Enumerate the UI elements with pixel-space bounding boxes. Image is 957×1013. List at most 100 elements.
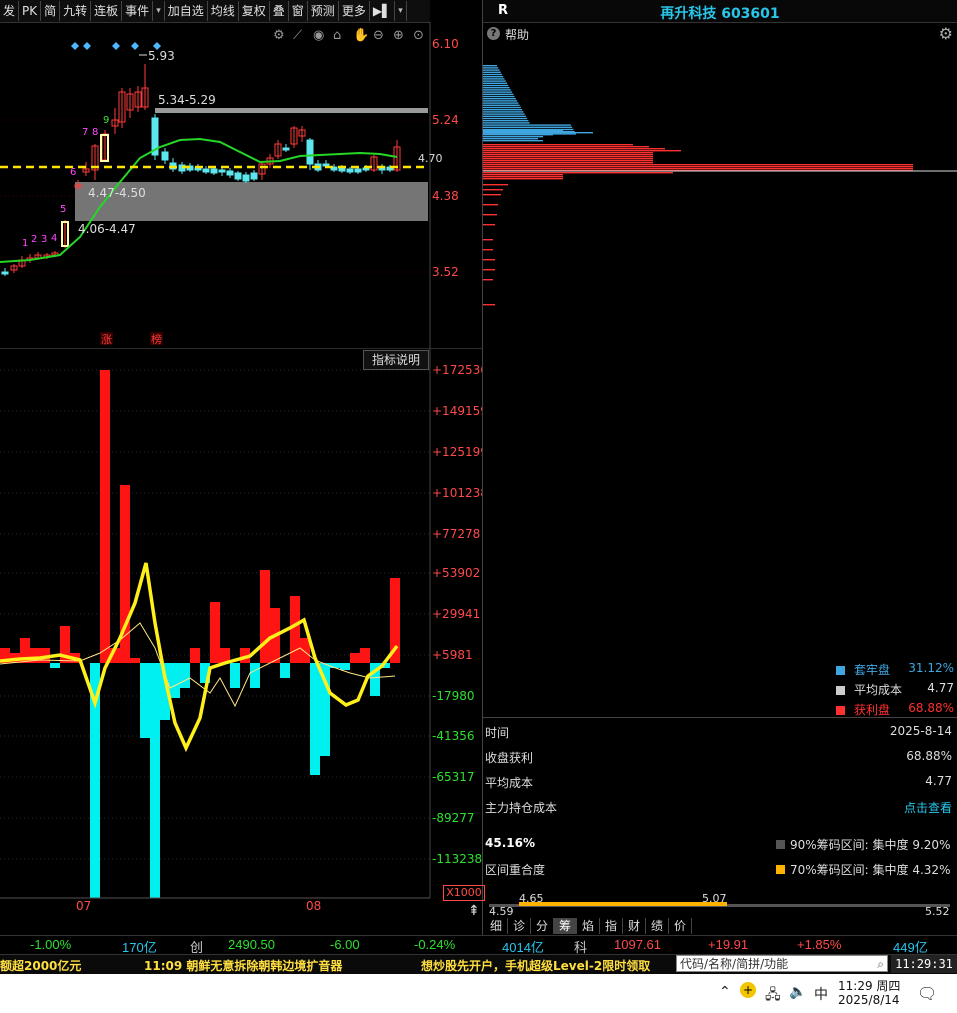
candle-body <box>194 167 202 171</box>
toolbar-item-4[interactable]: 连板 <box>91 1 123 21</box>
chip-bar <box>483 98 516 100</box>
candle-body <box>210 168 218 174</box>
chip-bar <box>483 144 633 146</box>
tab-0[interactable]: 细 <box>485 918 508 934</box>
indicator-bar <box>190 648 200 663</box>
indicator-tick: +101238 <box>432 486 482 500</box>
toolbar-item-11[interactable]: 窗 <box>289 1 308 21</box>
chart-tool-icon: ⟋ <box>293 28 303 43</box>
toolbar-item-6[interactable]: ▾ <box>153 1 165 21</box>
taskbar-date[interactable]: 2025/8/14 <box>838 993 900 1007</box>
news-item[interactable]: 想炒股先开户，手机超级Level-2限时领取 <box>421 957 650 974</box>
chip-bar <box>483 71 501 73</box>
plus-circle-icon[interactable]: + <box>740 982 756 998</box>
indicator-bar <box>230 663 240 688</box>
tab-1[interactable]: 诊 <box>508 918 531 934</box>
tab-3[interactable]: 筹 <box>554 918 577 934</box>
chip-bar <box>483 120 529 122</box>
candle-body <box>218 169 226 173</box>
candle-body <box>306 139 314 165</box>
ticker-item: 1097.61 <box>614 937 661 952</box>
signal-diamond <box>71 42 79 50</box>
chart-tool-icon: ⚙ <box>273 28 285 43</box>
chip-bar <box>483 249 493 251</box>
candle-body <box>282 147 290 151</box>
network-icon[interactable]: 🖧 <box>765 984 781 1008</box>
tab-7[interactable]: 绩 <box>646 918 669 934</box>
tab-8[interactable]: 价 <box>669 918 692 934</box>
chip-bar <box>483 204 498 206</box>
indicator-chart[interactable]: +172536 +149159 +125199 +101238 +77278 +53902… <box>0 348 482 918</box>
volume-icon[interactable]: 🔈 <box>789 984 806 1000</box>
chip-bar <box>483 111 524 113</box>
toolbar-item-8[interactable]: 均线 <box>208 1 239 21</box>
indicator-bar <box>150 663 160 898</box>
chart-tools: ⚙ ⟋ ◉ ⌂ ✋ ⊖ ⊕ ⊙ <box>273 27 424 43</box>
tab-4[interactable]: 焰 <box>577 918 600 934</box>
chip-bar <box>483 124 571 126</box>
chip-bar <box>483 95 515 98</box>
kline-badge: 涨 <box>101 333 112 346</box>
indicator-bar <box>310 663 320 775</box>
toolbar-item-9[interactable]: 复权 <box>239 1 270 21</box>
help-icon[interactable]: ? <box>487 27 500 40</box>
month-label: 08 <box>306 899 321 913</box>
tab-6[interactable]: 财 <box>623 918 646 934</box>
info-row[interactable]: 主力持仓成本 点击查看 <box>485 799 955 816</box>
chip-bar <box>483 194 501 196</box>
chip-bar <box>483 146 649 148</box>
toolbar-item-13[interactable]: 更多 <box>339 1 370 21</box>
notification-icon[interactable]: 🗨 <box>917 984 937 1003</box>
chip-bar <box>483 128 574 131</box>
ime-indicator[interactable]: 中 <box>814 984 828 1004</box>
stock-title[interactable]: 再升科技 603601 <box>483 3 957 23</box>
indicator-tick: +149159 <box>432 404 482 418</box>
news-item[interactable]: 11:09 朝鲜无意拆除朝韩边境扩音器 <box>144 957 342 974</box>
chip-distribution-chart <box>483 65 957 306</box>
toolbar-item-5[interactable]: 事件 <box>122 1 154 21</box>
news-item[interactable]: 额超2000亿元 <box>0 957 81 974</box>
chip-bar <box>483 140 543 142</box>
indicator-help-button[interactable]: 指标说明 <box>363 350 429 370</box>
toolbar-item-15[interactable]: ▾ <box>395 1 407 21</box>
chip-bar <box>483 104 520 106</box>
gear-icon[interactable]: ⚙ <box>939 24 953 43</box>
indicator-tick: +172536 <box>432 363 482 377</box>
taskbar-time[interactable]: 11:29 周四 <box>838 977 900 994</box>
annotation-high: 5.93 <box>148 49 175 63</box>
chevron-up-icon[interactable]: ⌃ <box>719 984 731 1000</box>
chip-bar <box>483 109 523 111</box>
toolbar-item-14[interactable]: ▶▌ <box>370 1 396 21</box>
toolbar-item-0[interactable]: 发 <box>0 1 20 21</box>
help-label[interactable]: 帮助 <box>505 26 529 43</box>
chip-bar <box>483 214 497 216</box>
chip-bar <box>483 89 511 91</box>
search-icon: ⌕ <box>877 957 884 971</box>
chip-bar <box>483 65 497 67</box>
search-input[interactable]: 代码/名称/简拼/功能 ⌕ <box>676 955 888 972</box>
toolbar-item-10[interactable]: 叠 <box>270 1 289 21</box>
chip-bar <box>483 115 526 117</box>
toolbar-item-3[interactable]: 九转 <box>60 1 92 21</box>
toolbar-item-1[interactable]: PK <box>19 1 42 21</box>
toolbar-item-2[interactable]: 简 <box>41 1 61 21</box>
tab-2[interactable]: 分 <box>531 918 554 934</box>
price-tick: 4.38 <box>432 189 459 203</box>
annotation-zone2: 4.06-4.47 <box>78 222 136 236</box>
chip-bar <box>483 134 553 136</box>
chart-tool-icon: ✋ <box>353 27 369 43</box>
candle-body <box>250 172 258 180</box>
kline-chart[interactable]: ⚙ ⟋ ◉ ⌂ ✋ ⊖ ⊕ ⊙ 1 2 3 4 5 6 7 89 5.93 5.34-5.29 4.47-4… <box>0 22 482 348</box>
chip-bar <box>483 76 504 78</box>
chip-bar <box>483 172 673 174</box>
annotation-last: 4.70 <box>418 152 443 165</box>
indicator-bar <box>50 663 60 668</box>
tab-5[interactable]: 指 <box>600 918 623 934</box>
sequence-mark: 3 <box>41 234 47 245</box>
candle-body <box>322 163 330 167</box>
annotation-zone1: 4.47-4.50 <box>88 186 146 200</box>
chart-toolbar: 发 PK 简九转 连板 事件 ▾ 加自选 均线 复权叠窗预测 更多 ▶▌ ▾ <box>0 0 430 23</box>
annotation-resistance: 5.34-5.29 <box>158 93 216 107</box>
toolbar-item-12[interactable]: 预测 <box>308 1 339 21</box>
toolbar-item-7[interactable]: 加自选 <box>165 1 208 21</box>
